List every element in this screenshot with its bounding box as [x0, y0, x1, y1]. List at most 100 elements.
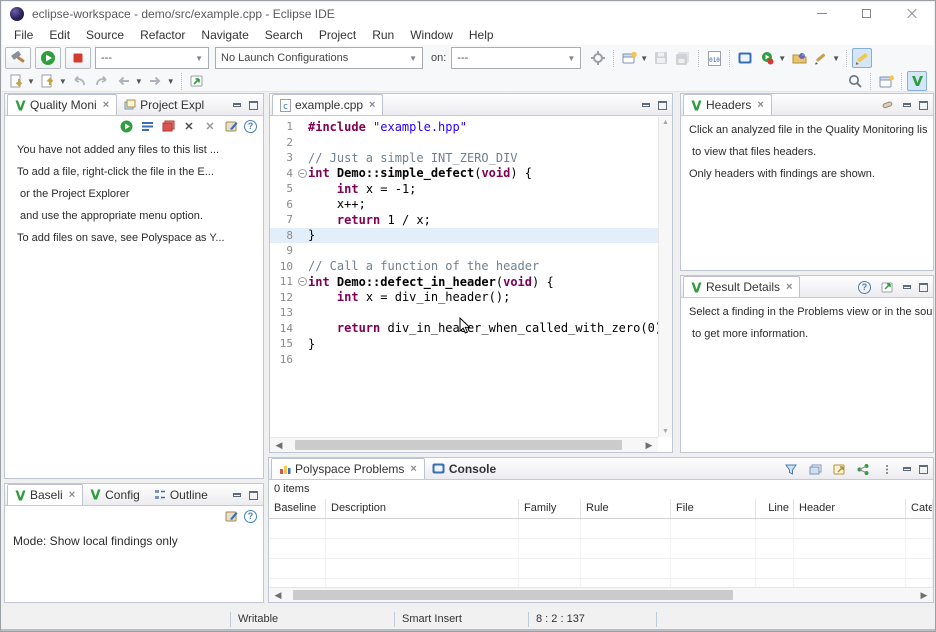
open-result-icon[interactable] [879, 279, 895, 295]
fold-marker-icon[interactable]: − [298, 277, 307, 286]
menu-run[interactable]: Run [364, 26, 402, 44]
help-icon[interactable]: ? [244, 120, 257, 133]
list-options-icon[interactable] [139, 118, 155, 134]
remove-all-files-icon[interactable]: ✕ [202, 118, 218, 134]
fold-marker-icon[interactable]: − [298, 169, 307, 178]
tab-console[interactable]: Console [425, 458, 503, 479]
search-icon[interactable] [845, 71, 865, 91]
chevron-down-icon[interactable]: ▼ [27, 77, 35, 86]
close-icon[interactable]: × [69, 489, 75, 501]
baseline-settings-icon[interactable] [223, 508, 239, 524]
group-by-icon[interactable] [807, 461, 823, 477]
filter-icon[interactable] [783, 461, 799, 477]
menu-edit[interactable]: Edit [41, 26, 78, 44]
remove-findings-icon[interactable] [160, 118, 176, 134]
column-header-description[interactable]: Description [326, 499, 519, 518]
column-header-file[interactable]: File [671, 499, 756, 518]
configure-analysis-icon[interactable] [223, 118, 239, 134]
column-header-baseline[interactable]: Baseline [269, 499, 326, 518]
next-edit-location-icon[interactable] [92, 71, 112, 91]
scrollbar-thumb[interactable] [295, 440, 622, 450]
maximize-view-icon[interactable] [249, 101, 258, 110]
stop-button[interactable] [65, 47, 91, 69]
menu-help[interactable]: Help [461, 26, 502, 44]
menu-source[interactable]: Source [78, 26, 132, 44]
menu-window[interactable]: Window [402, 26, 461, 44]
tab-polyspace-problems[interactable]: Polyspace Problems× [271, 458, 425, 479]
maximize-view-icon[interactable] [919, 283, 928, 292]
editor-horizontal-scrollbar[interactable]: ◀ ▶ [270, 437, 658, 452]
tab-outline[interactable]: Outline [147, 484, 215, 505]
back-icon[interactable] [114, 71, 134, 91]
open-element-icon[interactable] [789, 48, 809, 68]
help-icon[interactable]: ? [244, 510, 257, 523]
chevron-down-icon[interactable]: ▼ [832, 54, 840, 63]
remove-file-icon[interactable]: ✕ [181, 118, 197, 134]
chevron-down-icon[interactable]: ▼ [59, 77, 67, 86]
run-analysis-icon[interactable] [118, 118, 134, 134]
column-header-line[interactable]: Line [756, 499, 794, 518]
run-check-button[interactable] [35, 47, 61, 69]
column-header-cate[interactable]: Cate [906, 499, 933, 518]
maximize-view-icon[interactable] [658, 101, 667, 110]
column-header-header[interactable]: Header [794, 499, 906, 518]
maximize-view-icon[interactable] [919, 101, 928, 110]
close-icon[interactable]: × [369, 99, 375, 111]
column-header-family[interactable]: Family [519, 499, 581, 518]
chevron-down-icon[interactable]: ▼ [135, 77, 143, 86]
tab-project-explorer[interactable]: Project Expl [117, 94, 211, 115]
minimize-button[interactable] [799, 2, 844, 25]
help-icon[interactable]: ? [858, 281, 871, 294]
tab-quality-monitoring[interactable]: Quality Moni× [7, 94, 117, 115]
export-icon[interactable] [831, 461, 847, 477]
search-tool-icon[interactable] [811, 48, 831, 68]
menu-navigate[interactable]: Navigate [193, 26, 256, 44]
launch-target-combo[interactable]: ---▼ [451, 47, 581, 69]
polyspace-perspective-button[interactable] [907, 71, 927, 91]
maximize-view-icon[interactable] [249, 491, 258, 500]
close-icon[interactable]: × [103, 99, 109, 111]
next-annotation-icon[interactable] [6, 71, 26, 91]
build-button[interactable] [5, 47, 31, 69]
tab-baseline[interactable]: Baseli× [7, 484, 83, 505]
previous-annotation-icon[interactable] [38, 71, 58, 91]
view-menu-icon[interactable] [879, 461, 895, 477]
maximize-view-icon[interactable] [919, 465, 928, 474]
maximize-button[interactable] [844, 2, 889, 25]
minimize-view-icon[interactable] [233, 103, 241, 107]
console-view-icon[interactable] [735, 48, 755, 68]
tab-headers[interactable]: Headers× [683, 94, 772, 115]
last-edit-location-icon[interactable] [70, 71, 90, 91]
tab-result-details[interactable]: Result Details× [683, 276, 800, 297]
minimize-view-icon[interactable] [903, 467, 911, 471]
new-wizard-icon[interactable] [619, 48, 639, 68]
open-perspective-icon[interactable] [876, 71, 896, 91]
forward-icon[interactable] [146, 71, 166, 91]
column-header-rule[interactable]: Rule [581, 499, 671, 518]
minimize-view-icon[interactable] [233, 493, 241, 497]
launch-config-combo[interactable]: No Launch Configurations▼ [215, 47, 423, 69]
menu-file[interactable]: File [6, 26, 41, 44]
minimize-view-icon[interactable] [903, 103, 911, 107]
tab-example-cpp[interactable]: c example.cpp× [272, 94, 383, 115]
editor-vertical-scrollbar[interactable]: ▲▼ [658, 117, 672, 437]
tab-configure[interactable]: Config [83, 484, 147, 505]
minimize-view-icon[interactable] [903, 285, 911, 289]
menu-project[interactable]: Project [311, 26, 364, 44]
build-config-combo[interactable]: ---▼ [95, 47, 209, 69]
run-history-icon[interactable] [757, 48, 777, 68]
scrollbar-thumb[interactable] [293, 590, 733, 600]
close-icon[interactable]: × [410, 463, 416, 475]
save-icon[interactable] [651, 48, 671, 68]
chevron-down-icon[interactable]: ▼ [640, 54, 648, 63]
minimize-view-icon[interactable] [642, 103, 650, 107]
close-icon[interactable]: × [757, 99, 763, 111]
save-all-icon[interactable] [673, 48, 693, 68]
mark-occurrences-toggle[interactable] [852, 48, 872, 68]
menu-search[interactable]: Search [257, 26, 311, 44]
problems-horizontal-scrollbar[interactable]: ◀ ▶ [269, 587, 933, 602]
build-binary-icon[interactable]: 010 [704, 48, 724, 68]
hierarchy-icon[interactable] [855, 461, 871, 477]
target-settings-gear-icon[interactable] [588, 48, 608, 68]
menu-refactor[interactable]: Refactor [132, 26, 193, 44]
